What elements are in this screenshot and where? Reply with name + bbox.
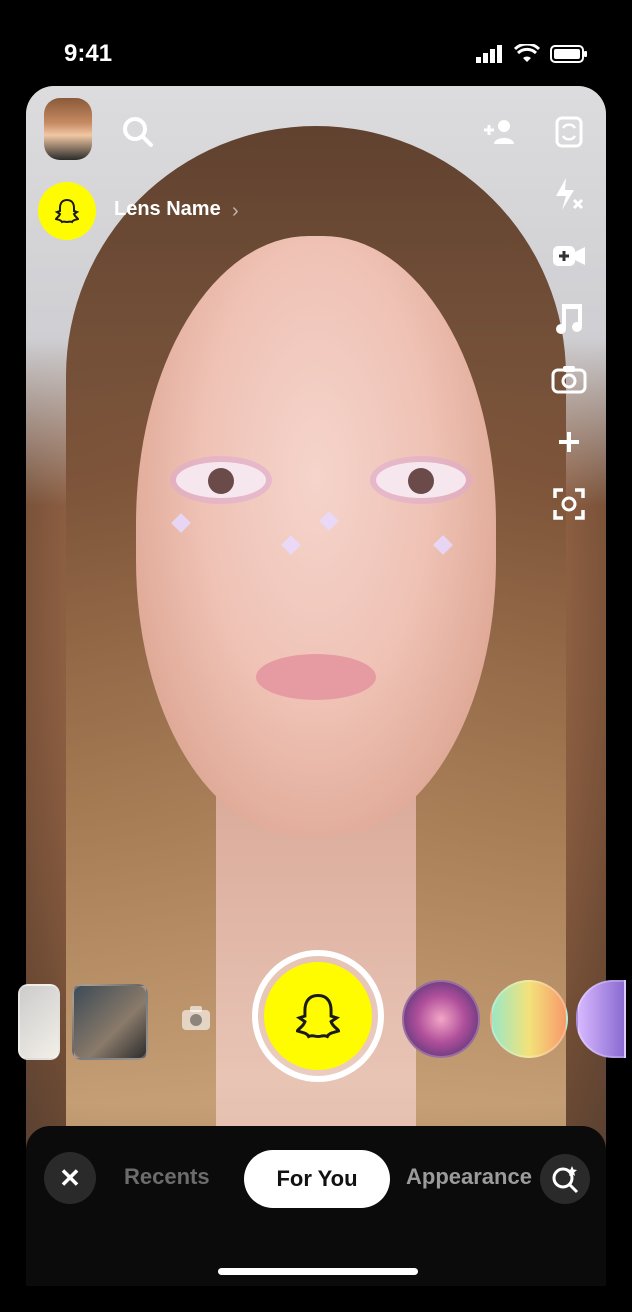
lens-thumbnail-2[interactable]	[72, 984, 148, 1060]
bitmoji-avatar[interactable]	[44, 98, 92, 160]
flash-off-icon	[556, 178, 584, 210]
tab-for-you[interactable]: For You	[244, 1150, 390, 1208]
camera-toolbar	[548, 112, 590, 524]
flip-camera-icon	[555, 116, 583, 148]
lens-bottom-bar: ✕ Recents For You Appearance	[26, 1126, 606, 1286]
music-button[interactable]	[549, 298, 589, 338]
camera-preview[interactable]	[26, 86, 606, 1274]
music-note-icon	[556, 304, 582, 334]
status-time: 9:41	[64, 40, 113, 67]
tab-recents[interactable]: Recents	[124, 1164, 210, 1190]
lens-brain[interactable]	[402, 980, 480, 1058]
battery-icon	[550, 45, 587, 63]
capture-button[interactable]	[264, 962, 372, 1070]
add-friend-icon[interactable]	[480, 112, 520, 152]
flip-camera-button[interactable]	[549, 112, 589, 152]
ghost-icon	[295, 993, 341, 1039]
ghost-icon	[54, 198, 80, 224]
plus-icon	[559, 432, 579, 452]
camera-icon[interactable]	[180, 1004, 212, 1032]
search-icon[interactable]	[118, 112, 158, 152]
search-star-icon	[552, 1166, 579, 1194]
scan-icon	[553, 488, 585, 520]
video-icon	[553, 246, 585, 266]
close-button[interactable]: ✕	[44, 1152, 96, 1204]
signal-icon	[476, 45, 502, 63]
home-indicator	[218, 1268, 418, 1275]
right-eye	[376, 462, 466, 498]
tab-appearance[interactable]: Appearance	[406, 1164, 532, 1190]
scan-button[interactable]	[549, 484, 589, 524]
camera-roll-button[interactable]	[549, 360, 589, 400]
lens-thumbnail-1[interactable]	[18, 984, 60, 1060]
chevron-right-icon: ›	[232, 200, 239, 222]
explore-lenses-button[interactable]	[540, 1154, 590, 1204]
left-eye	[176, 462, 266, 498]
lips	[256, 654, 376, 700]
flash-button[interactable]	[549, 174, 589, 214]
wifi-icon	[514, 44, 540, 62]
status-icons	[476, 44, 588, 64]
lens-name[interactable]: Lens Name	[114, 198, 221, 221]
camera-roll-icon	[551, 366, 587, 394]
more-button[interactable]	[549, 422, 589, 462]
lens-nerd-glasses[interactable]	[490, 980, 568, 1058]
lens-snapchat-badge[interactable]	[38, 182, 96, 240]
close-icon: ✕	[59, 1162, 81, 1193]
status-bar: 9:41	[0, 0, 632, 84]
video-chat-button[interactable]	[549, 236, 589, 276]
